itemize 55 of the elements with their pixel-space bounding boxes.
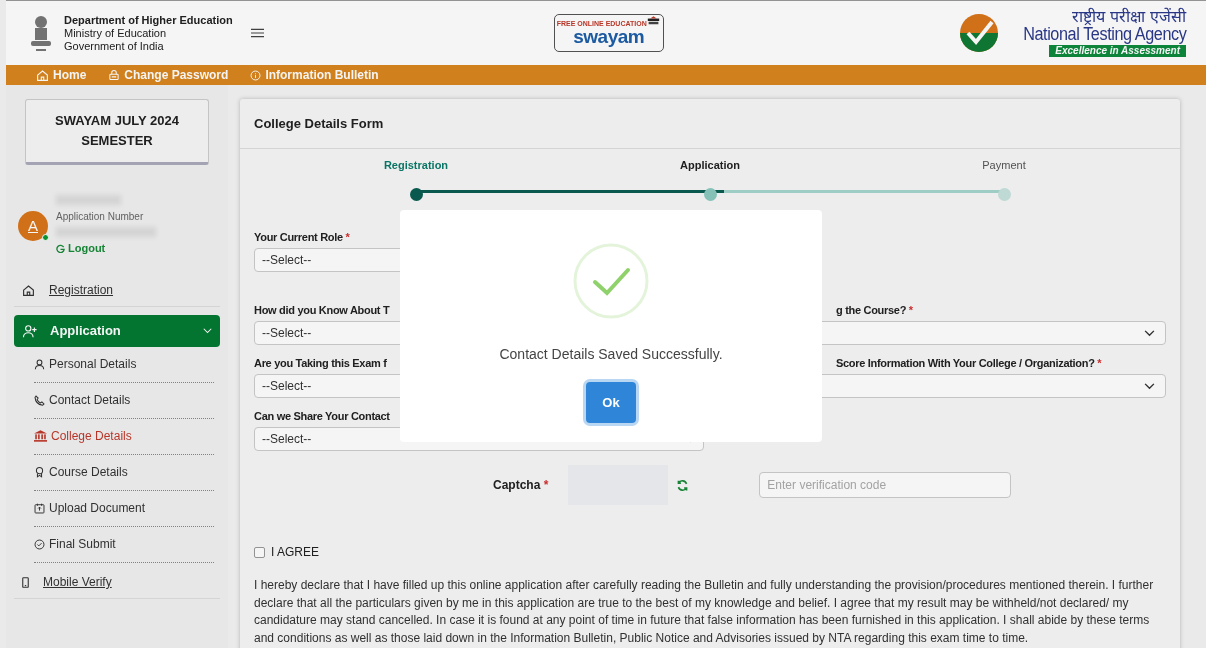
chevron-down-icon [1144,329,1155,337]
field-label: Your Current Role * [254,230,351,245]
refresh-icon[interactable] [676,478,690,492]
session-card: SWAYAM JULY 2024 SEMESTER [25,99,209,165]
field-label: g the Course? * [835,303,914,318]
upload-icon [34,502,45,514]
ok-button[interactable]: Ok [586,382,636,423]
ministry-name: Ministry of Education [64,26,168,40]
nta-hindi-name: राष्ट्रीय परीक्षा एजेंसी [1071,9,1186,25]
government-name: Government of India [64,39,165,53]
phone-icon [34,394,45,406]
sidebar-link[interactable]: Registration [14,274,220,307]
bank-icon [34,430,47,442]
info-icon [250,69,262,81]
field-label: Score Information With Your College / Organization? * [835,356,1103,371]
check-mark-logo-icon [958,13,999,53]
sidebar-link[interactable]: Mobile Verify [14,566,220,599]
check-icon [34,538,45,550]
sidebar-subitem[interactable]: Final Submit [34,526,214,563]
dialog-message: Contact Details Saved Successfully. [499,345,723,364]
logout-link[interactable]: Logout [56,240,156,257]
sidebar-subitem[interactable]: College Details [34,418,214,455]
sidebar-subitem[interactable]: Upload Document [34,490,214,527]
sidebar-subitem[interactable]: Contact Details [34,382,214,419]
sidebar-subitem[interactable]: Course Details [34,454,214,491]
agree-label: I AGREE [271,544,320,561]
user-icon [34,358,45,370]
sidebar-subitem[interactable]: Personal Details [34,346,214,383]
captcha-label: Captcha * [493,477,549,494]
step-label: Application [680,158,740,173]
home-icon [22,283,35,297]
nta-motto: Excellence in Assessment [1049,45,1186,57]
mobile-icon [22,576,29,588]
logout-icon [56,243,65,253]
form-title: College Details Form [240,99,1180,149]
award-icon [34,466,45,478]
home-icon [36,68,49,82]
field-label: How did you Know About T [254,303,391,318]
department-name: Department of Higher Education [64,13,233,27]
step-label: Registration [383,158,449,173]
user-plus-icon [22,323,38,338]
lock-icon [108,69,121,81]
field-label: Can we Share Your Contact [254,409,391,424]
chevron-down-icon [1144,382,1155,390]
nta-name: National Testing Agency [1022,25,1186,43]
success-check-icon [573,243,649,319]
menu-icon[interactable] [250,28,264,38]
agree-checkbox[interactable] [254,546,265,558]
verification-code-field[interactable]: Enter verification code [759,472,1012,498]
declaration-text: I hereby declare that I have filled up this online application after carefully reading the Bulletin and fully understanding the provision/procedures mentioned therein. I further declare that all the particulars given by me in this application are true to the best of my knowledge and belief. I agree that my result may be withheld/not declared/ my candidature may stand cancelled. In case it is found at any point of time in future that false information has been furnished in this application. I shall abide by these terms and conditions as well as those laid down in the Information Bulletin, Public Notice and Advisories issued by NTA regarding this exam time to time. [254,577,1155,647]
step-label: Payment [982,158,1026,173]
avatar: A [18,210,48,241]
sidebar-item[interactable]: Application [14,314,220,347]
chevron-down-icon [203,327,212,334]
application-number-label: Application Number [56,210,145,224]
